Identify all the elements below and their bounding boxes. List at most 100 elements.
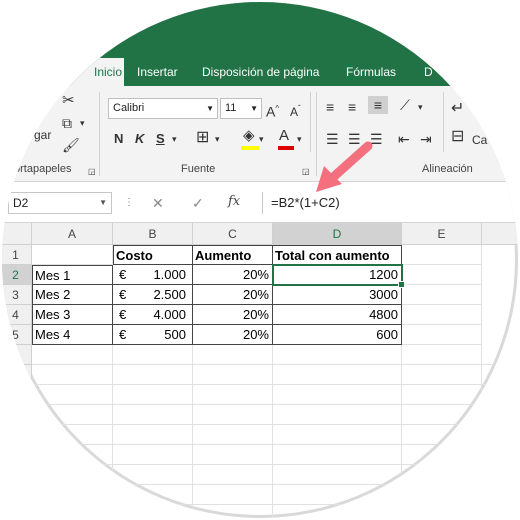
title-bar: [2, 2, 518, 58]
cell-b1[interactable]: Costo: [113, 245, 193, 265]
increase-indent-icon[interactable]: ⇥: [420, 130, 432, 148]
vertical-dots-icon[interactable]: ⋮: [124, 194, 134, 212]
cell-c3[interactable]: 20%: [193, 285, 273, 305]
merge-icon[interactable]: ⊟: [451, 128, 464, 146]
group-separator: [443, 92, 444, 152]
cell-c4[interactable]: 20%: [193, 305, 273, 325]
cell-b3[interactable]: € 2.500: [113, 285, 193, 305]
decrease-indent-icon[interactable]: ⇤: [398, 130, 410, 148]
chevron-down-icon[interactable]: ▾: [215, 130, 220, 148]
cell-e4[interactable]: [402, 305, 482, 325]
row-header-4[interactable]: 4: [2, 305, 32, 325]
cell-d2[interactable]: 1200: [273, 265, 402, 285]
cost-value: 2.500: [153, 287, 186, 302]
cut-icon[interactable]: ✂: [62, 92, 75, 110]
column-header-f[interactable]: [482, 223, 518, 245]
chevron-down-icon[interactable]: ▾: [172, 130, 177, 148]
name-box[interactable]: D2 ▼: [8, 192, 112, 214]
cell-b4[interactable]: € 4.000: [113, 305, 193, 325]
font-size-select[interactable]: 11 ▼: [220, 98, 262, 119]
row-header-11[interactable]: [2, 445, 32, 465]
cell-c1[interactable]: Aumento: [193, 245, 273, 265]
chevron-down-icon[interactable]: ▾: [418, 98, 423, 116]
cell-e5[interactable]: [402, 325, 482, 345]
column-header-d[interactable]: D: [273, 223, 402, 245]
tab-inicio[interactable]: Inicio: [70, 58, 124, 86]
ribbon-tabs: Inicio Insertar Disposición de página Fó…: [2, 58, 518, 86]
column-header-c[interactable]: C: [193, 223, 273, 245]
format-painter-icon[interactable]: 🖌: [62, 136, 80, 154]
row-header-8[interactable]: [2, 385, 32, 405]
cell-c5[interactable]: 20%: [193, 325, 273, 345]
cell-a5[interactable]: Mes 4: [32, 325, 113, 345]
cell-b5[interactable]: € 500: [113, 325, 193, 345]
copy-icon[interactable]: ⧉: [62, 114, 72, 132]
column-header-e[interactable]: E: [402, 223, 482, 245]
wrap-text-icon[interactable]: ↵: [451, 100, 464, 118]
row-header-1[interactable]: 1: [2, 245, 32, 265]
row-header-5[interactable]: 5: [2, 325, 32, 345]
chevron-down-icon: ▼: [99, 198, 107, 207]
merge-label[interactable]: Ca: [472, 133, 487, 147]
cell-a2[interactable]: Mes 1: [32, 265, 113, 285]
row-header-9[interactable]: [2, 405, 32, 425]
cell-e1[interactable]: [402, 245, 482, 265]
column-header-a[interactable]: A: [32, 223, 113, 245]
font-color-swatch: [278, 146, 294, 150]
borders-icon[interactable]: ⊞: [196, 129, 209, 147]
grow-font-icon[interactable]: A^: [266, 100, 279, 121]
row-header-13[interactable]: [2, 485, 32, 505]
align-bottom-icon[interactable]: ≡: [368, 96, 388, 114]
chevron-down-icon[interactable]: ▾: [259, 130, 264, 148]
row-header-2[interactable]: 2: [2, 265, 32, 285]
align-top-icon[interactable]: ≡: [326, 98, 334, 116]
row-header-3[interactable]: 3: [2, 285, 32, 305]
cell-c2[interactable]: 20%: [193, 265, 273, 285]
align-middle-icon[interactable]: ≡: [348, 98, 356, 116]
paste-label[interactable]: gar: [34, 128, 51, 142]
row-header-6[interactable]: [2, 345, 32, 365]
cell-e3[interactable]: [402, 285, 482, 305]
cell-a1[interactable]: [32, 245, 113, 265]
chevron-down-icon: ▼: [250, 104, 258, 113]
bold-button[interactable]: N: [114, 130, 123, 148]
tab-disposicion[interactable]: Disposición de página: [202, 58, 319, 86]
tab-insertar[interactable]: Insertar: [137, 58, 178, 86]
insert-function-icon[interactable]: fx: [228, 193, 240, 211]
italic-button[interactable]: K: [135, 130, 144, 148]
fill-handle[interactable]: [398, 281, 405, 288]
font-name-select[interactable]: Calibri ▼: [108, 98, 218, 119]
circular-frame: Inicio Insertar Disposición de página Fó…: [2, 2, 518, 518]
column-header-b[interactable]: B: [113, 223, 193, 245]
chevron-down-icon[interactable]: ▾: [80, 114, 85, 132]
cell-d5[interactable]: 600: [273, 325, 402, 345]
shrink-font-icon[interactable]: Aˇ: [290, 100, 301, 121]
row-header-10[interactable]: [2, 425, 32, 445]
group-separator: [99, 92, 100, 176]
cell-e2[interactable]: [402, 265, 482, 285]
cell-d4[interactable]: 4800: [273, 305, 402, 325]
enter-icon[interactable]: ✓: [192, 194, 204, 212]
name-box-value: D2: [13, 196, 29, 210]
select-all-corner[interactable]: [2, 223, 32, 245]
cell-d3[interactable]: 3000: [273, 285, 402, 305]
cost-value: 4.000: [153, 307, 186, 322]
font-group-label: Fuente: [181, 163, 216, 175]
row-header-12[interactable]: [2, 465, 32, 485]
underline-button[interactable]: S: [156, 130, 165, 148]
tab-datos[interactable]: D: [424, 58, 433, 86]
orientation-icon[interactable]: ⟋: [400, 96, 410, 114]
cell-b2[interactable]: € 1.000: [113, 265, 193, 285]
cancel-icon[interactable]: ✕: [152, 194, 164, 212]
fill-color-icon[interactable]: ◈: [243, 127, 255, 145]
cell-d1[interactable]: Total con aumento: [273, 245, 402, 265]
chevron-down-icon: ▼: [206, 104, 214, 113]
dialog-launcher-icon[interactable]: ◲: [88, 163, 96, 181]
font-color-icon[interactable]: A: [279, 127, 289, 145]
tab-formulas[interactable]: Fórmulas: [346, 58, 396, 86]
currency-symbol: €: [119, 327, 127, 342]
cell-a4[interactable]: Mes 3: [32, 305, 113, 325]
row-header-7[interactable]: [2, 365, 32, 385]
cell-a3[interactable]: Mes 2: [32, 285, 113, 305]
clipboard-group-label: ortapapeles: [14, 163, 72, 175]
